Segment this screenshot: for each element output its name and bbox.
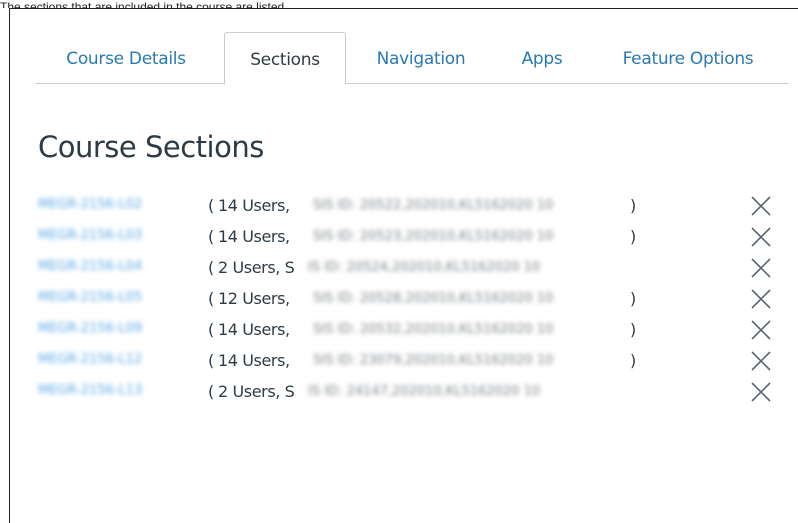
close-x-icon[interactable] [749,380,773,404]
open-paren: ( [208,351,214,370]
tab-sections[interactable]: Sections [224,32,346,85]
sis-id: SIS ID: 23079,202010,KL5162020 10 [313,353,554,368]
open-paren: ( [208,320,214,339]
tab-course-details[interactable]: Course Details [36,32,216,83]
sis-id: IS ID: 20524,202010,KL5162020 10 [308,260,541,275]
close-x-icon[interactable] [749,256,773,280]
open-paren: ( [208,196,214,215]
list-item: MEGR-2156-L13 ( 2 Users, S IS ID: 24147,… [38,376,778,407]
close-paren: ) [630,227,636,246]
list-item: MEGR-2156-L04 ( 2 Users, S IS ID: 20524,… [38,252,778,283]
user-count: 14 Users, [218,196,290,215]
settings-tab-bar: Course Details Sections Navigation Apps … [36,24,788,85]
sis-id: SIS ID: 20523,202010,KL5162020 10 [313,229,554,244]
user-count: 12 Users, [218,289,290,308]
section-link[interactable]: MEGR-2156-L02 [38,197,142,212]
list-item: MEGR-2156-L05 ( 12 Users, SIS ID: 20528,… [38,283,778,314]
close-x-icon[interactable] [749,194,773,218]
sis-id: SIS ID: 20532,202010,KL5162020 10 [313,322,554,337]
user-count: 2 Users, S [218,382,295,401]
sis-id: SIS ID: 20522,202010,KL5162020 10 [313,198,554,213]
user-count: 14 Users, [218,227,290,246]
sis-id: IS ID: 24147,202010,KL5162020 10 [308,384,541,399]
close-paren: ) [630,196,636,215]
tab-navigation[interactable]: Navigation [356,32,486,83]
section-link[interactable]: MEGR-2156-L13 [38,383,142,398]
page-title: Course Sections [38,130,264,164]
close-x-icon[interactable] [749,287,773,311]
close-paren: ) [630,320,636,339]
open-paren: ( [208,258,214,277]
close-paren: ) [630,289,636,308]
tab-apps[interactable]: Apps [506,32,578,83]
list-item: MEGR-2156-L03 ( 14 Users, SIS ID: 20523,… [38,221,778,252]
list-item: MEGR-2156-L09 ( 14 Users, SIS ID: 20532,… [38,314,778,345]
section-link[interactable]: MEGR-2156-L04 [38,259,142,274]
sis-id: SIS ID: 20528,202010,KL5162020 10 [313,291,554,306]
open-paren: ( [208,227,214,246]
open-paren: ( [208,289,214,308]
close-x-icon[interactable] [749,225,773,249]
list-item: MEGR-2156-L02 ( 14 Users, SIS ID: 20522,… [38,190,778,221]
section-link[interactable]: MEGR-2156-L05 [38,290,142,305]
sections-list: MEGR-2156-L02 ( 14 Users, SIS ID: 20522,… [38,190,778,407]
caption-text: The sections that are included in the co… [0,0,285,8]
section-link[interactable]: MEGR-2156-L03 [38,228,142,243]
open-paren: ( [208,382,214,401]
tab-feature-options[interactable]: Feature Options [598,32,778,83]
section-link[interactable]: MEGR-2156-L09 [38,321,142,336]
user-count: 14 Users, [218,320,290,339]
section-link[interactable]: MEGR-2156-L12 [38,352,142,367]
user-count: 2 Users, S [218,258,295,277]
close-x-icon[interactable] [749,318,773,342]
user-count: 14 Users, [218,351,290,370]
close-paren: ) [630,351,636,370]
close-x-icon[interactable] [749,349,773,373]
list-item: MEGR-2156-L12 ( 14 Users, SIS ID: 23079,… [38,345,778,376]
